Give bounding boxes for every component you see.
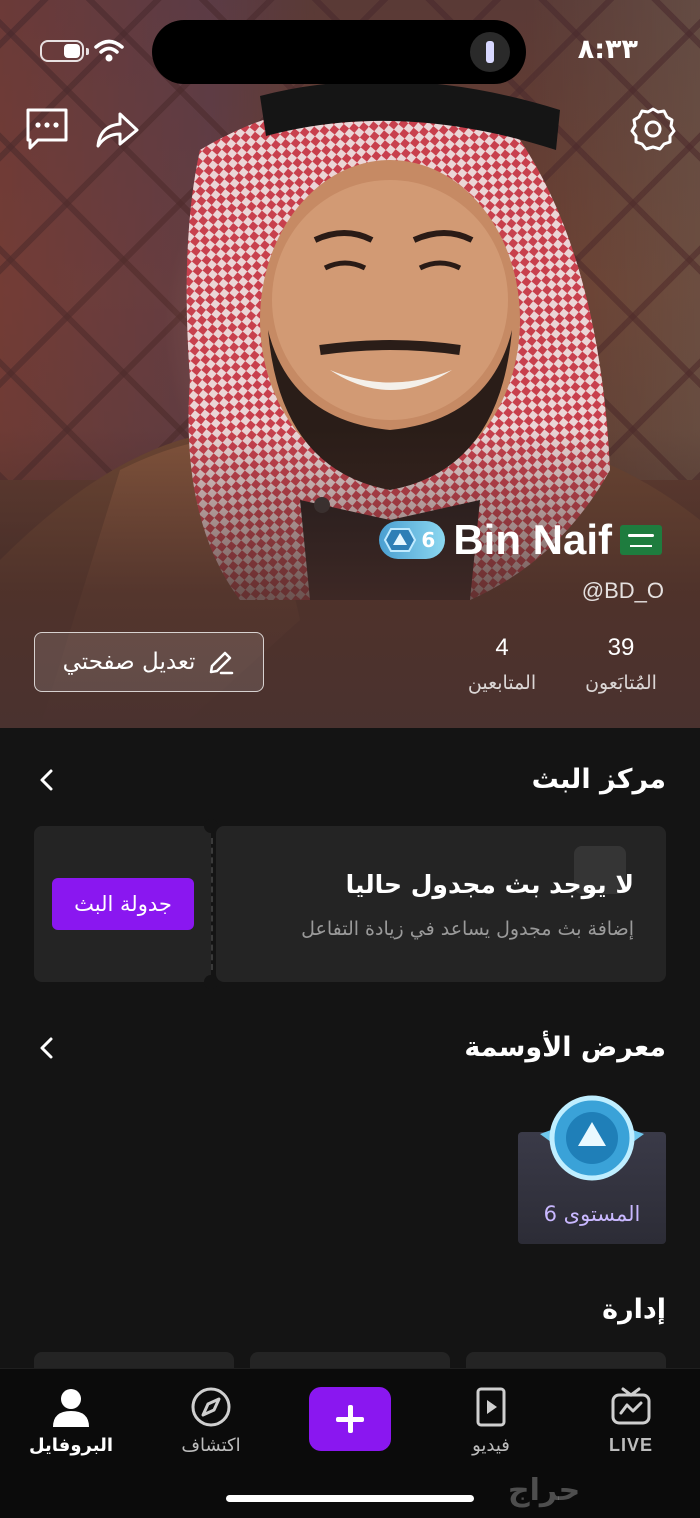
tab-video-label: فيديو [472, 1435, 510, 1456]
tab-profile[interactable]: البروفايل [16, 1385, 126, 1456]
followers-stat[interactable]: 4 المتابعين [462, 634, 542, 694]
following-stat[interactable]: 39 المُتابَعون [576, 634, 666, 694]
scheduled-live-card: لا يوجد بث مجدول حاليا إضافة بث مجدول يس… [34, 819, 666, 989]
tab-explore-label: اكتشاف [181, 1435, 241, 1456]
video-icon [476, 1387, 506, 1427]
tab-video[interactable]: فيديو [436, 1385, 546, 1456]
saudi-flag-icon [620, 525, 662, 555]
pencil-icon [210, 651, 234, 675]
status-time: ٨:٣٣ [577, 34, 638, 65]
live-center-title: مركز البث [531, 764, 666, 795]
followers-count: 4 [495, 634, 509, 661]
level-gem-icon [384, 528, 417, 552]
level-number: 6 [421, 528, 436, 552]
no-scheduled-live-title: لا يوجد بث مجدول حاليا [345, 870, 634, 899]
level-badge[interactable]: 6 [379, 521, 446, 559]
wifi-icon [94, 39, 124, 62]
level-medal-icon [540, 1095, 644, 1181]
tab-live-label: LIVE [608, 1435, 653, 1455]
haraj-watermark: حراج [508, 1473, 581, 1508]
schedule-live-button[interactable]: جدولة البث [52, 878, 194, 930]
username: @BD_O [581, 578, 664, 603]
edit-profile-button[interactable]: تعديل صفحتي [34, 632, 264, 692]
flashlight-icon [470, 32, 510, 72]
following-count: 39 [607, 634, 635, 661]
create-plus-button[interactable] [309, 1387, 391, 1451]
edit-profile-label: تعديل صفحتي [62, 649, 196, 675]
tab-live[interactable]: LIVE [576, 1385, 686, 1456]
compass-icon [191, 1387, 231, 1427]
bottom-tab-bar: البروفايل اكتشاف فيديو LIVE حراج [0, 1368, 700, 1518]
live-center-header[interactable]: مركز البث [34, 764, 666, 795]
home-indicator[interactable] [226, 1495, 474, 1502]
display-name: Bin Naif [453, 516, 612, 563]
message-icon[interactable] [24, 106, 70, 152]
dynamic-island [152, 20, 526, 84]
battery-icon [40, 40, 89, 62]
settings-gear-icon[interactable] [630, 106, 676, 152]
badge-label: المستوى 6 [543, 1202, 641, 1226]
management-title: إدارة [602, 1294, 666, 1325]
followers-label: المتابعين [467, 672, 537, 694]
profile-name-row: 6 Bin Naif [379, 516, 662, 564]
ticket-divider [211, 838, 213, 970]
tab-profile-label: البروفايل [28, 1435, 114, 1456]
following-label: المُتابَعون [585, 672, 657, 694]
management-header: إدارة [34, 1294, 666, 1325]
person-icon [53, 1389, 89, 1427]
tab-explore[interactable]: اكتشاف [156, 1385, 266, 1456]
chevron-left-icon[interactable] [34, 1035, 60, 1061]
badges-title: معرض الأوسمة [464, 1032, 666, 1063]
profile-header: ٨:٣٣ 6 Bin Naif @BD_O 39 المُتابَعون 4 ا… [0, 0, 700, 728]
share-icon[interactable] [94, 106, 140, 152]
chevron-left-icon[interactable] [34, 767, 60, 793]
no-scheduled-live-subtitle: إضافة بث مجدول يساعد في زيادة التفاعل [301, 918, 634, 940]
tv-icon [611, 1387, 651, 1425]
badges-header[interactable]: معرض الأوسمة [34, 1032, 666, 1063]
